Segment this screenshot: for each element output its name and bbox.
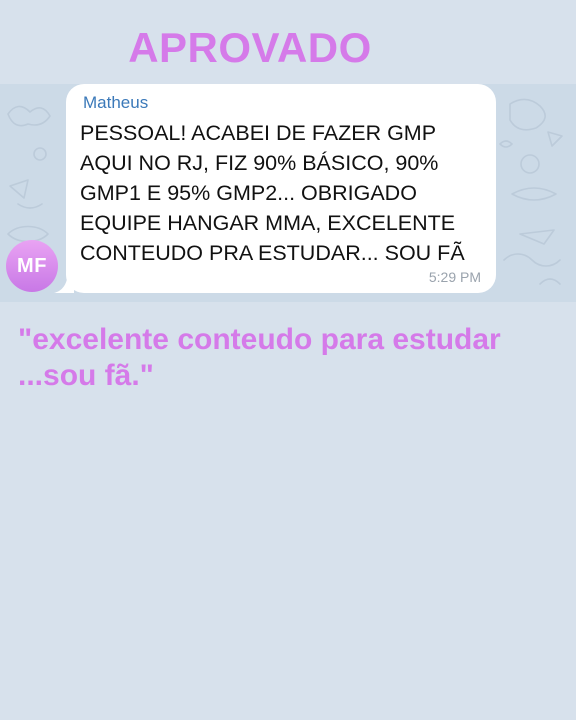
sender-name[interactable]: Matheus [83,92,482,114]
message-line: PESSOAL! ACABEI DE FAZER GMP [80,121,437,145]
quote-line: ...sou fã." [18,359,154,392]
avatar[interactable]: MF [6,240,58,292]
message-timestamp: 5:29 PM [428,269,481,285]
message-line: CONTEUDO PRA ESTUDAR... SOU FÃ [80,241,465,265]
message-bubble[interactable]: Matheus PESSOAL! ACABEI DE FAZER GMP AQU… [66,84,496,293]
message-line: AQUI NO RJ, FIZ 90% BÁSICO, 90% [80,151,439,175]
quote-caption: "excelente conteudo para estudar ...sou … [18,322,568,394]
message-line: GMP1 E 95% GMP2... OBRIGADO [80,181,417,205]
message-text: PESSOAL! ACABEI DE FAZER GMP AQUI NO RJ,… [80,118,482,268]
headline-approved: APROVADO [128,24,372,71]
quote-line: "excelente conteudo para estudar [18,323,501,356]
message-line: EQUIPE HANGAR MMA, EXCELENTE [80,211,456,235]
